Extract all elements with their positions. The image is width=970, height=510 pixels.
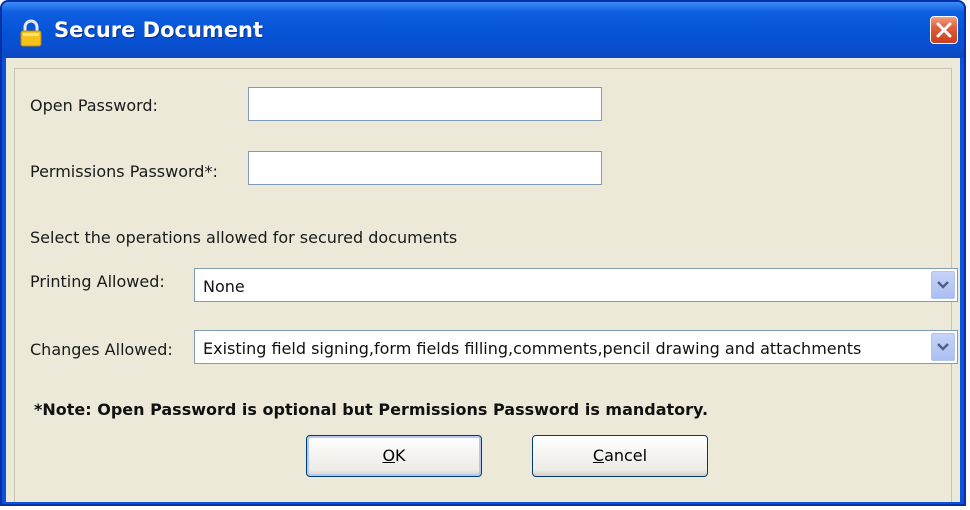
open-password-label: Open Password: bbox=[30, 96, 158, 115]
ok-button[interactable]: OK bbox=[306, 435, 482, 477]
cancel-label-rest: ancel bbox=[604, 446, 648, 465]
cancel-button[interactable]: Cancel bbox=[532, 435, 708, 477]
permissions-password-field[interactable] bbox=[248, 151, 602, 185]
ok-label-rest: K bbox=[395, 446, 406, 465]
operations-heading: Select the operations allowed for secure… bbox=[30, 228, 458, 247]
printing-allowed-label: Printing Allowed: bbox=[30, 272, 165, 291]
dialog-window: Secure Document Open Password: Permissio… bbox=[0, 0, 966, 506]
changes-allowed-label: Changes Allowed: bbox=[30, 340, 173, 359]
open-password-field[interactable] bbox=[248, 87, 602, 121]
close-button[interactable] bbox=[930, 16, 958, 44]
printing-dropdown-button[interactable] bbox=[931, 271, 955, 299]
lock-icon bbox=[20, 19, 42, 47]
changes-dropdown-button[interactable] bbox=[931, 333, 955, 361]
changes-allowed-select[interactable]: Existing field signing,form fields filli… bbox=[194, 330, 958, 364]
dialog-body: Open Password: Permissions Password*: Se… bbox=[6, 58, 960, 502]
window-title: Secure Document bbox=[54, 18, 264, 42]
printing-allowed-value: None bbox=[203, 277, 245, 296]
ok-mnemonic: O bbox=[382, 446, 396, 465]
title-bar[interactable]: Secure Document bbox=[2, 2, 964, 58]
changes-allowed-value: Existing field signing,form fields filli… bbox=[203, 339, 862, 358]
mandatory-note: *Note: Open Password is optional but Per… bbox=[34, 400, 709, 419]
cancel-mnemonic: C bbox=[592, 446, 605, 465]
chevron-down-icon bbox=[937, 343, 949, 351]
printing-allowed-select[interactable]: None bbox=[194, 268, 958, 302]
chevron-down-icon bbox=[937, 281, 949, 289]
permissions-password-label: Permissions Password*: bbox=[30, 162, 218, 181]
close-icon bbox=[936, 22, 952, 38]
